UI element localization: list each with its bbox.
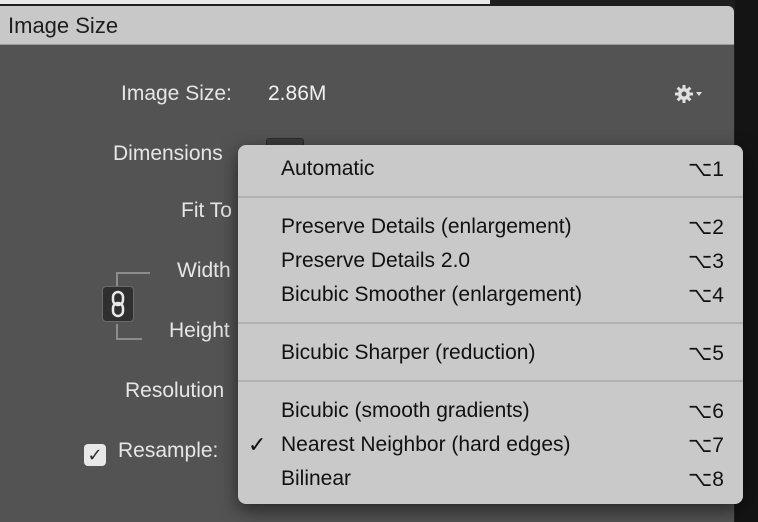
menu-item-label: Bicubic Sharper (reduction) xyxy=(281,341,536,364)
menu-item-bicubic-smoother[interactable]: Bicubic Smoother (enlargement) ⌥4 xyxy=(238,279,743,313)
checkmark-icon: ✓ xyxy=(248,432,267,457)
background-window-edge xyxy=(0,0,490,4)
menu-item-label: Bicubic Smoother (enlargement) xyxy=(281,283,583,306)
chain-link-icon xyxy=(111,290,125,318)
menu-item-nearest-neighbor[interactable]: ✓ Nearest Neighbor (hard edges) ⌥7 xyxy=(238,429,743,463)
resample-method-menu: Automatic ⌥1 Preserve Details (enlargeme… xyxy=(238,145,743,504)
menu-item-bilinear[interactable]: Bilinear ⌥8 xyxy=(238,463,743,497)
constraint-bracket-bottom xyxy=(116,324,142,340)
height-label: Height xyxy=(169,319,230,342)
settings-menu-button[interactable] xyxy=(674,82,708,108)
menu-item-shortcut: ⌥2 xyxy=(688,216,724,239)
menu-item-preserve-details[interactable]: Preserve Details (enlargement) ⌥2 xyxy=(238,211,743,245)
menu-item-shortcut: ⌥4 xyxy=(688,284,724,307)
image-size-value: 2.86M xyxy=(268,82,327,105)
menu-separator xyxy=(238,196,743,198)
menu-item-label: Bicubic (smooth gradients) xyxy=(281,399,530,422)
menu-item-label: Bilinear xyxy=(281,467,352,490)
menu-item-automatic[interactable]: Automatic ⌥1 xyxy=(238,153,743,187)
fit-to-label: Fit To xyxy=(181,199,232,222)
dialog-titlebar[interactable]: Image Size xyxy=(0,6,734,45)
menu-item-label: Nearest Neighbor (hard edges) xyxy=(281,433,571,456)
menu-separator xyxy=(238,380,743,382)
gear-icon xyxy=(675,85,693,103)
menu-item-shortcut: ⌥1 xyxy=(688,158,724,181)
menu-item-bicubic[interactable]: Bicubic (smooth gradients) ⌥6 xyxy=(238,395,743,429)
dialog-title: Image Size xyxy=(8,13,119,38)
menu-item-shortcut: ⌥5 xyxy=(688,342,724,365)
menu-item-shortcut: ⌥7 xyxy=(688,434,724,457)
menu-item-shortcut: ⌥3 xyxy=(688,250,724,273)
menu-item-label: Preserve Details (enlargement) xyxy=(281,215,572,238)
menu-separator xyxy=(238,322,743,324)
constrain-proportions-button[interactable] xyxy=(102,286,134,322)
resample-checkbox[interactable]: ✓ xyxy=(84,444,106,466)
width-label: Width xyxy=(177,259,231,282)
menu-item-shortcut: ⌥8 xyxy=(688,468,724,491)
dimensions-label: Dimensions xyxy=(113,142,223,165)
resolution-label: Resolution xyxy=(125,379,225,402)
checkmark-icon: ✓ xyxy=(87,445,103,465)
menu-item-label: Automatic xyxy=(281,157,375,180)
menu-item-shortcut: ⌥6 xyxy=(688,400,724,423)
menu-item-bicubic-sharper[interactable]: Bicubic Sharper (reduction) ⌥5 xyxy=(238,337,743,371)
menu-item-label: Preserve Details 2.0 xyxy=(281,249,471,272)
chevron-down-icon xyxy=(696,92,702,96)
menu-item-preserve-details-2[interactable]: Preserve Details 2.0 ⌥3 xyxy=(238,245,743,279)
resample-label: Resample: xyxy=(118,439,219,462)
image-size-label: Image Size: xyxy=(121,82,232,105)
